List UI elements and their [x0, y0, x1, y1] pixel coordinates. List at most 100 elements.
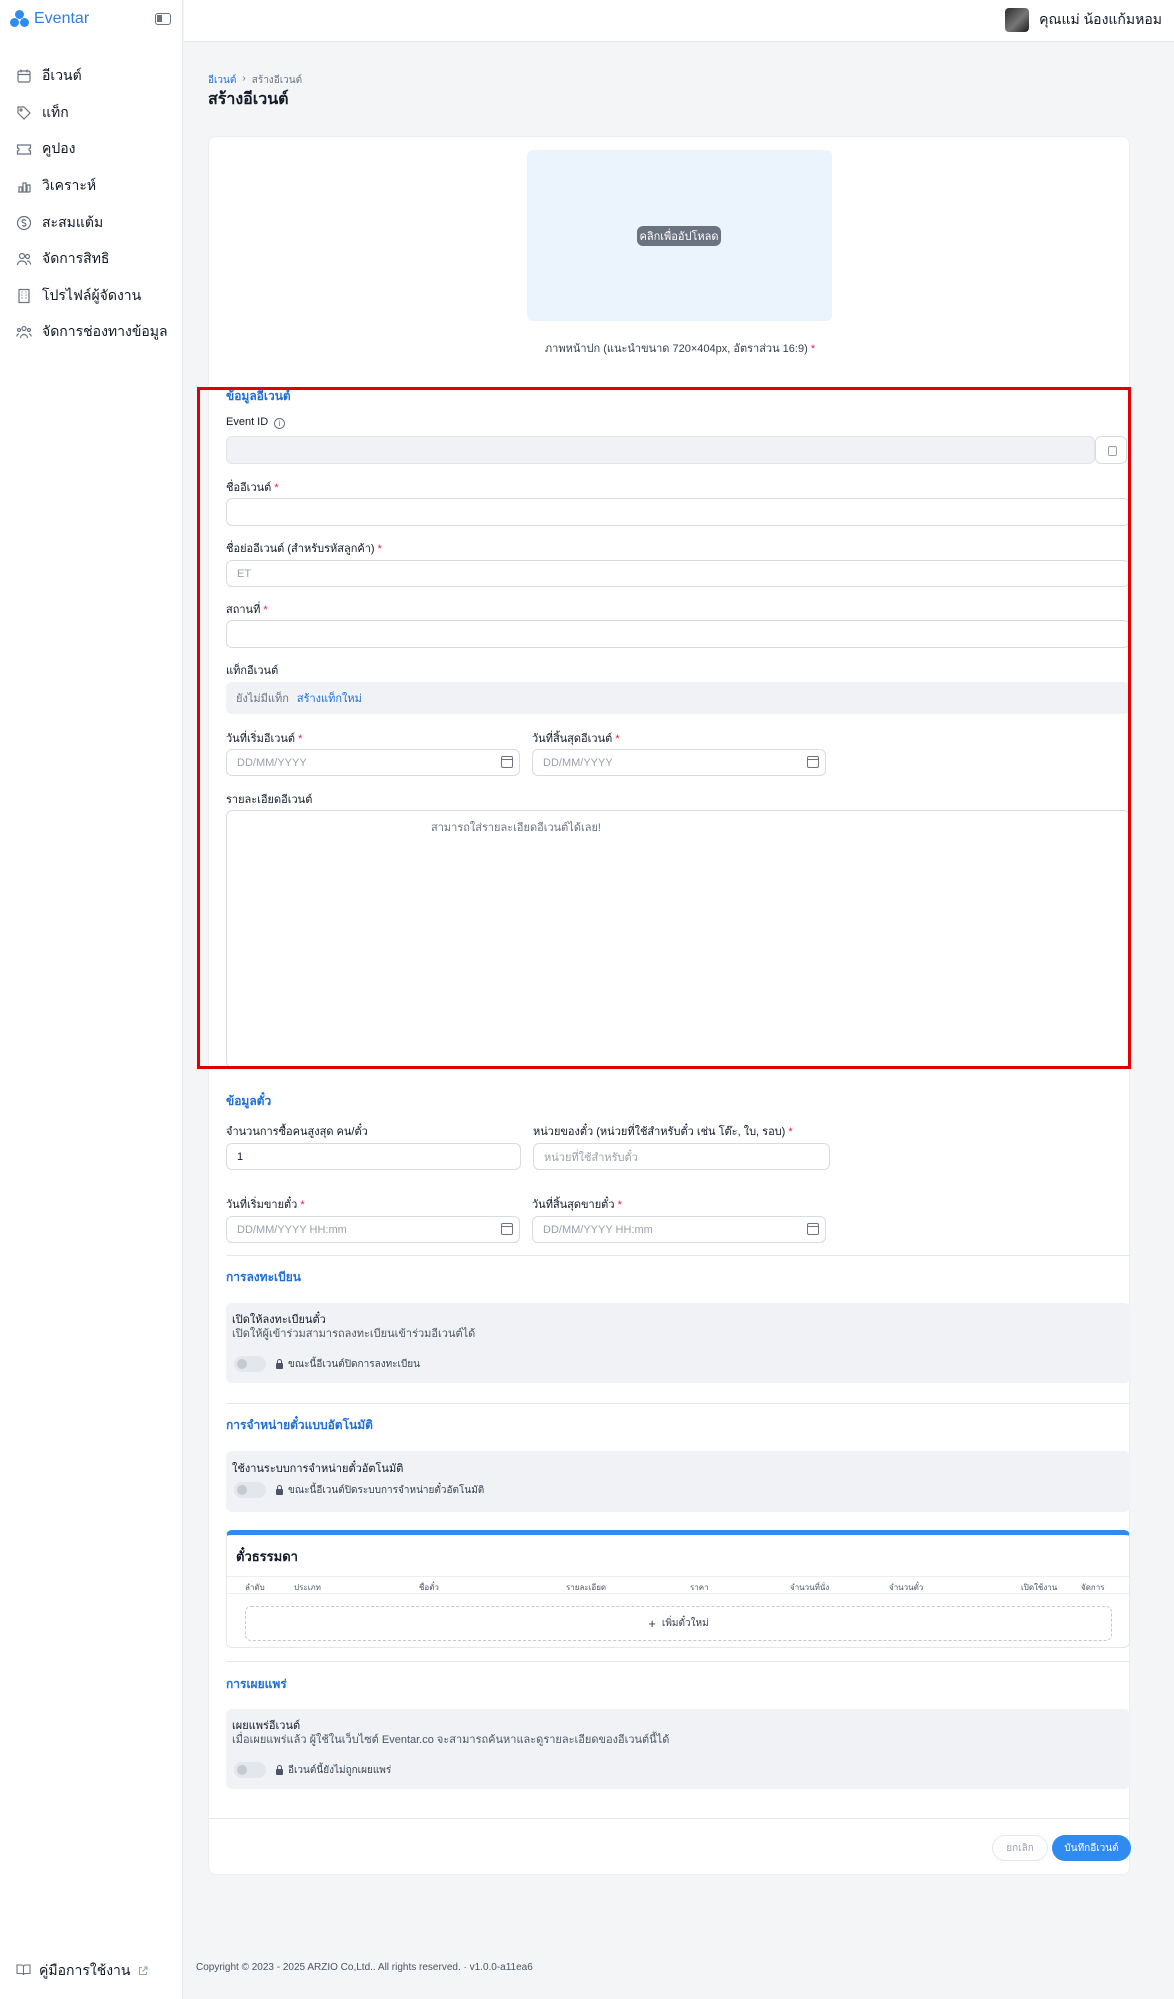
event-id-field[interactable] [226, 436, 1095, 464]
registration-toggle[interactable] [234, 1356, 266, 1372]
user-menu[interactable]: คุณแม่ น้องแก้มหอม [1005, 8, 1162, 32]
datetime-placeholder: DD/MM/YYYY HH:mm [237, 1223, 347, 1236]
start-date-label-text: วันที่เริ่มอีเวนต์ [226, 733, 296, 745]
required-mark: * [300, 1199, 305, 1211]
column-header: จำนวนที่นั่ง [790, 1583, 830, 1592]
required-mark: * [615, 733, 620, 745]
start-date-input[interactable]: DD/MM/YYYY [226, 749, 520, 776]
page-title: สร้างอีเวนต์ [208, 91, 289, 108]
ticket-unit-input[interactable]: หน่วยที่ใช้สำหรับตั๋ว [533, 1143, 830, 1170]
sale-start-input[interactable]: DD/MM/YYYY HH:mm [226, 1216, 520, 1243]
lock-icon [276, 1485, 283, 1495]
required-mark: * [788, 1126, 793, 1138]
sidebar-item-events[interactable]: อีเวนต์ [0, 58, 183, 95]
publish-status-text: อีเวนต์นี้ยังไม่ถูกเผยแพร่ [288, 1765, 392, 1776]
create-tag-link[interactable]: สร้างแท็กใหม่ [297, 689, 362, 707]
calendar-icon[interactable] [807, 1223, 819, 1235]
table-header-row [227, 1576, 1129, 1594]
auto-sale-toggle[interactable] [234, 1482, 266, 1498]
info-icon[interactable]: i [274, 418, 286, 429]
column-header: ราคา [690, 1583, 709, 1592]
divider [226, 1255, 1130, 1256]
avatar [1005, 8, 1030, 32]
publish-toggle[interactable] [234, 1762, 266, 1778]
ticket-table-title: ตั๋วธรรมดา [236, 1549, 298, 1564]
divider [226, 1661, 1130, 1662]
sidebar-item-label: วิเคราะห์ [42, 177, 97, 194]
column-header: เปิดใช้งาน [1021, 1583, 1058, 1592]
required-mark: * [377, 543, 382, 555]
short-name-input[interactable]: ET [226, 560, 1130, 587]
brand-name: Eventar [34, 10, 90, 27]
bar-chart-icon [16, 178, 32, 194]
user-manual-link[interactable]: คู่มือการใช้งาน [16, 1960, 148, 1982]
event-name-label-text: ชื่ออีเวนต์ [226, 482, 272, 494]
sidebar-item-analytics[interactable]: วิเคราะห์ [0, 168, 183, 205]
registration-status-text: ขณะนี้อีเวนต์ปิดการลงทะเบียน [288, 1359, 421, 1370]
eventar-logo-icon [10, 10, 30, 28]
calendar-icon[interactable] [807, 756, 819, 768]
column-header: ลำดับ [245, 1583, 265, 1592]
start-date-label: วันที่เริ่มอีเวนต์ * [226, 729, 302, 747]
breadcrumb-events-link[interactable]: อีเวนต์ [208, 73, 236, 88]
sidebar-item-points[interactable]: สะสมแต้ม [0, 204, 183, 241]
plus-icon: + [648, 1616, 656, 1631]
max-per-buyer-input[interactable]: 1 [226, 1143, 521, 1170]
location-input[interactable] [226, 620, 1130, 648]
sale-end-label-text: วันที่สิ้นสุดขายตั๋ว [532, 1199, 615, 1211]
cancel-button[interactable]: ยกเลิก [992, 1835, 1048, 1861]
registration-panel-desc: เปิดให้ผู้เข้าร่วมสามารถลงทะเบียนเข้าร่ว… [232, 1328, 476, 1340]
sidebar-item-organizer-profile[interactable]: โปรไฟล์ผู้จัดงาน [0, 278, 183, 315]
sidebar-item-coupons[interactable]: คูปอง [0, 131, 183, 168]
location-label: สถานที่ * [226, 600, 268, 618]
section-title-ticket-info: ข้อมูลตั๋ว [226, 1094, 272, 1108]
event-name-input[interactable] [226, 498, 1130, 526]
sidebar-collapse-icon[interactable] [155, 13, 171, 25]
sale-end-input[interactable]: DD/MM/YYYY HH:mm [532, 1216, 826, 1243]
end-date-label-text: วันที่สิ้นสุดอีเวนต์ [532, 733, 613, 745]
sidebar-nav: อีเวนต์ แท็ก คูปอง วิเคราะห์ สะสมแต้ม จั… [0, 58, 183, 351]
column-header: รายละเอียด [566, 1583, 607, 1592]
sidebar-item-tags[interactable]: แท็ก [0, 95, 183, 132]
description-editor[interactable] [226, 810, 1130, 1068]
add-ticket-button[interactable]: + เพิ่มตั๋วใหม่ [245, 1606, 1112, 1641]
event-tags-box: ยังไม่มีแท็ก สร้างแท็กใหม่ [226, 682, 1130, 714]
sidebar-item-permissions[interactable]: จัดการสิทธิ [0, 241, 183, 278]
section-title-publish: การเผยแพร่ [226, 1677, 287, 1691]
tag-icon [16, 105, 32, 121]
description-label: รายละเอียดอีเวนต์ [226, 794, 313, 806]
sidebar-item-label: จัดการช่องทางข้อมูล [42, 323, 168, 340]
topbar: คุณแม่ น้องแก้มหอม [184, 0, 1174, 42]
end-date-input[interactable]: DD/MM/YYYY [532, 749, 826, 776]
required-mark: * [617, 1199, 622, 1211]
sidebar-item-label: คูปอง [42, 140, 76, 157]
upload-button[interactable]: คลิกเพื่ออัปโหลด [637, 226, 721, 246]
sidebar-item-data-channels[interactable]: จัดการช่องทางข้อมูล [0, 314, 183, 351]
copy-icon [1108, 446, 1117, 456]
event-id-label-text: Event ID [226, 416, 269, 428]
auto-sale-status: ขณะนี้อีเวนต์ปิดระบบการจำหน่ายตั๋วอัตโนม… [276, 1483, 484, 1498]
save-event-button[interactable]: บันทึกอีเวนต์ [1052, 1835, 1131, 1861]
lock-icon [276, 1765, 283, 1775]
required-mark: * [274, 482, 279, 494]
tags-empty-text: ยังไม่มีแท็ก [236, 693, 289, 705]
description-placeholder: สามารถใส่รายละเอียดอีเวนต์ได้เลย! [431, 822, 601, 834]
team-icon [16, 324, 32, 340]
lock-icon [276, 1359, 283, 1369]
column-header: ประเภท [294, 1583, 321, 1592]
brand-logo[interactable]: Eventar [10, 10, 89, 28]
calendar-icon[interactable] [501, 1223, 513, 1235]
divider [209, 1818, 1129, 1819]
end-date-label: วันที่สิ้นสุดอีเวนต์ * [532, 729, 620, 747]
short-name-label: ชื่อย่ออีเวนต์ (สำหรับรหัสลูกค้า) * [226, 539, 382, 557]
users-icon [16, 251, 32, 267]
auto-sale-status-text: ขณะนี้อีเวนต์ปิดระบบการจำหน่ายตั๋วอัตโนม… [288, 1485, 485, 1496]
column-header: ชื่อตั๋ว [419, 1583, 439, 1592]
date-placeholder: DD/MM/YYYY [543, 756, 613, 769]
copy-button[interactable] [1095, 436, 1127, 464]
breadcrumb-current: สร้างอีเวนต์ [251, 75, 303, 86]
event-id-label: Event ID i [226, 416, 286, 429]
event-tags-label: แท็กอีเวนต์ [226, 665, 279, 677]
calendar-icon[interactable] [501, 756, 513, 768]
column-header: จัดการ [1081, 1583, 1105, 1592]
